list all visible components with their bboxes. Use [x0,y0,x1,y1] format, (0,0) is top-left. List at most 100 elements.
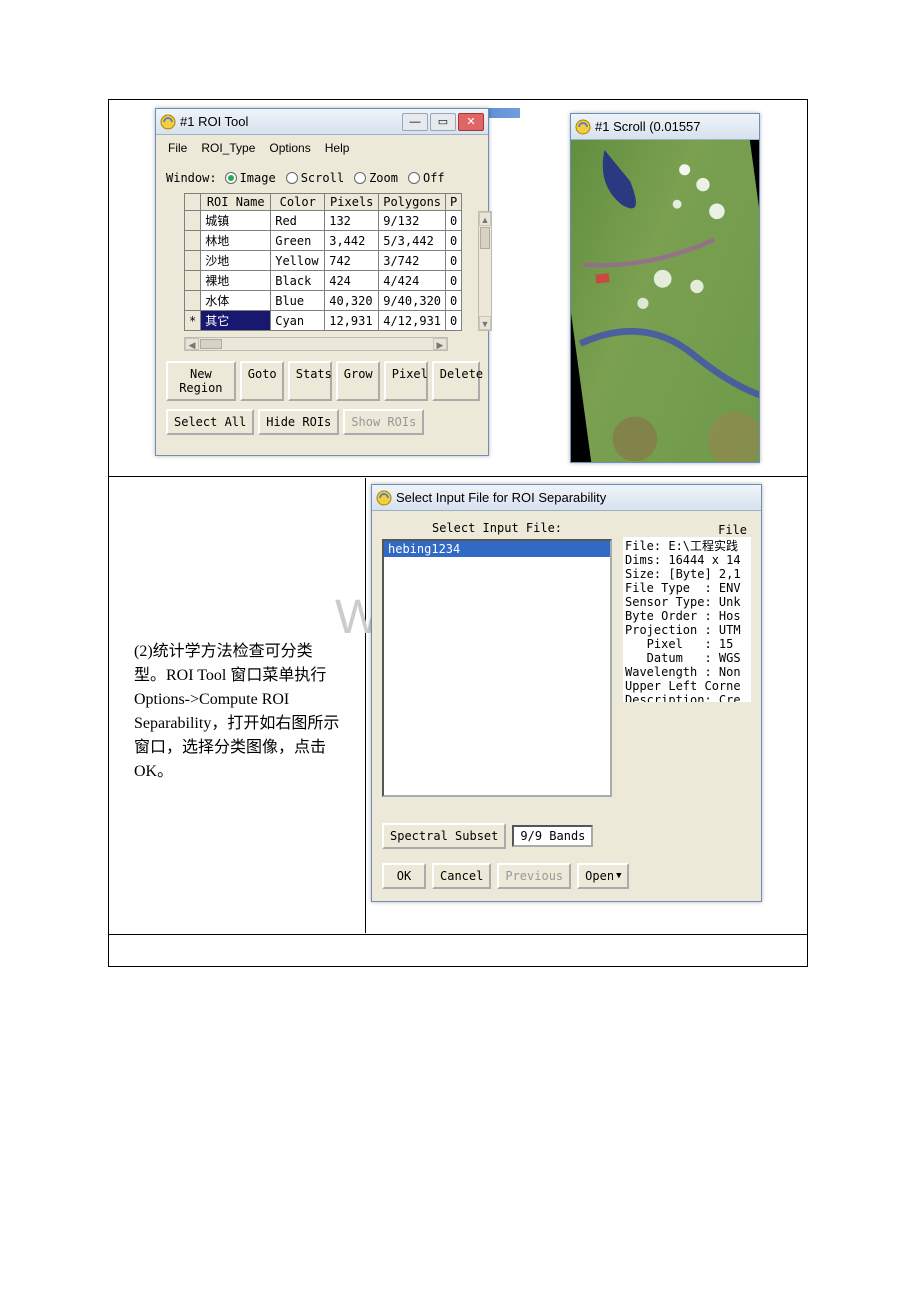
cell-footer [109,934,807,966]
table-vscroll[interactable]: ▲ ▼ [478,211,492,331]
close-button[interactable]: ✕ [458,113,484,131]
menu-options[interactable]: Options [263,139,316,157]
radio-image[interactable] [225,172,237,184]
cell-pixels[interactable]: 742 [325,251,379,271]
spectral-subset-button[interactable]: Spectral Subset [382,823,506,849]
file-info-title: File [623,521,751,537]
hide-rois-button[interactable]: Hide ROIs [258,409,339,435]
window-label: Window: [166,171,217,185]
file-item[interactable]: hebing1234 [384,541,610,557]
window-title: #1 ROI Tool [180,114,400,129]
cell-color[interactable]: Cyan [271,311,325,331]
table-hscroll[interactable]: ◀ ▶ [184,337,448,351]
titlebar[interactable]: #1 Scroll (0.01557 [571,114,759,140]
pixel-button[interactable]: Pixel [384,361,428,401]
stats-button[interactable]: Stats [288,361,332,401]
description-text: (2)统计学方法检查可分类型。ROI Tool 窗口菜单执行 Options->… [134,640,344,784]
scroll-down-icon[interactable]: ▼ [479,316,491,330]
row-marker: * [185,311,201,331]
scroll-thumb[interactable] [480,227,490,249]
cell-color[interactable]: Green [271,231,325,251]
table-row[interactable]: 林地Green3,4425/3,4420 [185,231,462,251]
scroll-thumb[interactable] [200,339,222,349]
table-row[interactable]: 城镇Red1329/1320 [185,211,462,231]
cell-roi-name[interactable]: 水体 [201,291,271,311]
roi-table[interactable]: ROI Name Color Pixels Polygons P 城镇Red13… [184,193,462,331]
roi-tool-window: #1 ROI Tool — ▭ ✕ File ROI_Type Options … [155,108,489,456]
cell-color[interactable]: Black [271,271,325,291]
col-color[interactable]: Color [271,194,325,211]
goto-button[interactable]: Goto [240,361,284,401]
table-row[interactable]: *其它Cyan12,9314/12,9310 [185,311,462,331]
scroll-image-view[interactable] [571,140,759,462]
cell-color[interactable]: Yellow [271,251,325,271]
cell-p[interactable]: 0 [446,211,462,231]
menu-roi-type[interactable]: ROI_Type [195,139,261,157]
radio-off[interactable] [408,172,420,184]
table-row[interactable]: 水体Blue40,3209/40,3200 [185,291,462,311]
cell-pixels[interactable]: 40,320 [325,291,379,311]
spectral-subset-row: Spectral Subset 9/9 Bands [382,823,751,849]
chevron-down-icon: ▼ [616,871,621,881]
cell-pixels[interactable]: 3,442 [325,231,379,251]
button-row-1: New Region Goto Stats Grow Pixel Delete [164,361,480,401]
cell-roi-name[interactable]: 其它 [201,311,271,331]
file-list-title: Select Input File: [382,521,612,535]
cell-color[interactable]: Red [271,211,325,231]
cell-roi-name[interactable]: 裸地 [201,271,271,291]
titlebar[interactable]: Select Input File for ROI Separability [372,485,761,511]
table-row[interactable]: 沙地Yellow7423/7420 [185,251,462,271]
cell-roi-name[interactable]: 城镇 [201,211,271,231]
col-roi-name[interactable]: ROI Name [201,194,271,211]
cell-p[interactable]: 0 [446,291,462,311]
menu-file[interactable]: File [162,139,193,157]
col-pixels[interactable]: Pixels [325,194,379,211]
delete-button[interactable]: Delete [432,361,480,401]
cell-pixels[interactable]: 132 [325,211,379,231]
roi-body: Window: Image Scroll Zoom Off ROI Name C… [156,161,488,455]
cell-p[interactable]: 0 [446,251,462,271]
previous-button: Previous [497,863,571,889]
envi-icon [376,490,392,506]
titlebar[interactable]: #1 ROI Tool — ▭ ✕ [156,109,488,135]
select-all-button[interactable]: Select All [166,409,254,435]
cell-polygons[interactable]: 4/12,931 [379,311,446,331]
cell-roi-name[interactable]: 林地 [201,231,271,251]
menu-help[interactable]: Help [319,139,356,157]
scroll-preview-window: #1 Scroll (0.01557 [570,113,760,463]
scroll-up-icon[interactable]: ▲ [479,212,491,226]
row-marker [185,231,201,251]
scroll-right-icon[interactable]: ▶ [433,338,447,350]
open-button[interactable]: Open ▼ [577,863,629,889]
grow-button[interactable]: Grow [336,361,380,401]
radio-zoom[interactable] [354,172,366,184]
minimize-button[interactable]: — [402,113,428,131]
cell-pixels[interactable]: 424 [325,271,379,291]
col-polygons[interactable]: Polygons [379,194,446,211]
maximize-button[interactable]: ▭ [430,113,456,131]
cell-p[interactable]: 0 [446,271,462,291]
cell-pixels[interactable]: 12,931 [325,311,379,331]
cell-p[interactable]: 0 [446,231,462,251]
col-mark [185,194,201,211]
roi-table-container: ROI Name Color Pixels Polygons P 城镇Red13… [184,193,480,331]
file-list[interactable]: hebing1234 [382,539,612,797]
table-row[interactable]: 裸地Black4244/4240 [185,271,462,291]
cell-polygons[interactable]: 4/424 [379,271,446,291]
cell-roi-name[interactable]: 沙地 [201,251,271,271]
satellite-image [571,140,759,462]
cell-polygons[interactable]: 5/3,442 [379,231,446,251]
ok-button[interactable]: OK [382,863,426,889]
cell-polygons[interactable]: 9/132 [379,211,446,231]
cell-polygons[interactable]: 3/742 [379,251,446,271]
radio-scroll[interactable] [286,172,298,184]
cell-polygons[interactable]: 9/40,320 [379,291,446,311]
cell-color[interactable]: Blue [271,291,325,311]
scroll-left-icon[interactable]: ◀ [185,338,199,350]
show-rois-button: Show ROIs [343,409,424,435]
new-region-button[interactable]: New Region [166,361,236,401]
col-p[interactable]: P [446,194,462,211]
envi-icon [160,114,176,130]
cell-p[interactable]: 0 [446,311,462,331]
cancel-button[interactable]: Cancel [432,863,491,889]
